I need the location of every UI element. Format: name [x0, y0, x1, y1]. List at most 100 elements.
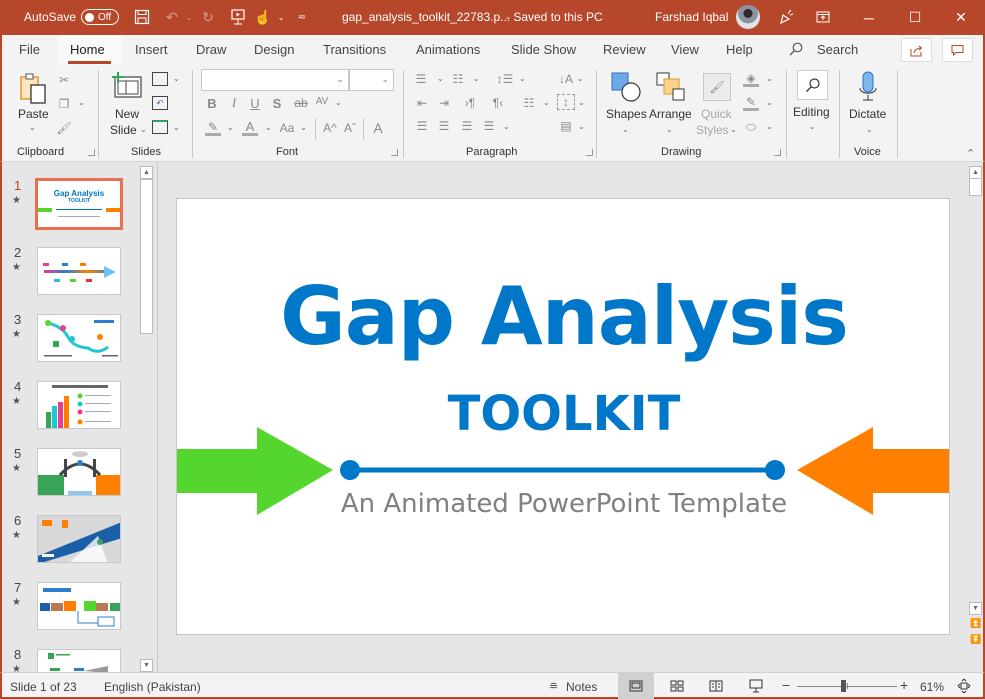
- shapes-icon[interactable]: [611, 72, 641, 102]
- user-name[interactable]: Farshad Iqbal: [655, 10, 728, 24]
- editing-button[interactable]: Editing: [793, 105, 830, 119]
- new-slide-label[interactable]: New: [115, 107, 139, 121]
- increase-font-size-button[interactable]: A^: [322, 120, 338, 136]
- slides-panel-scrollbar[interactable]: ▲ ▼: [138, 162, 156, 672]
- tab-file[interactable]: File: [19, 42, 40, 57]
- numbering-icon[interactable]: ☷: [450, 72, 466, 86]
- arrange-dropdown-icon[interactable]: ⌄: [666, 125, 673, 134]
- section-dropdown-icon[interactable]: ⌄: [173, 123, 180, 132]
- tab-slide-show[interactable]: Slide Show: [511, 42, 576, 57]
- fit-to-window-button[interactable]: [957, 678, 971, 697]
- zoom-out-button[interactable]: −: [782, 677, 790, 693]
- touch-dropdown-icon[interactable]: ⌄: [272, 8, 290, 26]
- smartart-icon[interactable]: ▤: [557, 119, 575, 133]
- tab-animations[interactable]: Animations: [416, 42, 480, 57]
- smartart-dropdown-icon[interactable]: ⌄: [578, 122, 585, 131]
- shapes-button[interactable]: Shapes: [606, 107, 647, 121]
- close-button[interactable]: ✕: [938, 0, 984, 35]
- align-text-dropdown-icon[interactable]: ⌄: [578, 98, 585, 107]
- change-case-dropdown-icon[interactable]: ⌄: [300, 123, 307, 132]
- columns-icon[interactable]: ☷: [521, 96, 537, 110]
- reading-view-button[interactable]: [698, 673, 734, 699]
- paste-button[interactable]: Paste: [18, 107, 49, 121]
- rtl-icon[interactable]: ¶‹: [490, 96, 506, 110]
- customize-qat-icon[interactable]: ≂: [293, 8, 311, 26]
- slide-thumbnail-3[interactable]: [37, 314, 121, 362]
- tab-insert[interactable]: Insert: [135, 42, 168, 57]
- new-slide-dropdown-icon[interactable]: ⌄: [140, 125, 147, 134]
- slideshow-button[interactable]: [738, 673, 774, 699]
- decrease-font-size-button[interactable]: Aˇ: [342, 120, 358, 136]
- zoom-slider[interactable]: [797, 680, 897, 692]
- highlight-dropdown-icon[interactable]: ⌄: [227, 123, 234, 132]
- slide-thumbnail-5[interactable]: [37, 448, 121, 496]
- maximize-button[interactable]: ☐: [892, 0, 938, 35]
- feedback-icon[interactable]: [777, 8, 795, 26]
- format-painter-icon[interactable]: 🖌: [56, 119, 72, 137]
- text-shadow-button[interactable]: S: [270, 95, 284, 111]
- new-slide-icon[interactable]: [111, 71, 143, 99]
- line-spacing-dropdown-icon[interactable]: ⌄: [519, 74, 526, 83]
- columns-dropdown-icon[interactable]: ⌄: [543, 98, 550, 107]
- comments-button[interactable]: [942, 38, 973, 62]
- layout-icon[interactable]: [152, 72, 168, 86]
- copy-dropdown-icon[interactable]: ⌄: [78, 98, 85, 107]
- underline-button[interactable]: U: [248, 95, 262, 111]
- cut-icon[interactable]: ✂: [56, 71, 72, 89]
- paragraph-launcher-icon[interactable]: [586, 149, 593, 156]
- save-icon[interactable]: [133, 8, 151, 26]
- slide-indicator[interactable]: Slide 1 of 23: [10, 680, 77, 694]
- reset-slide-icon[interactable]: ↶: [152, 96, 168, 110]
- slide-thumbnail-4[interactable]: [37, 381, 121, 429]
- shape-outline-dropdown-icon[interactable]: ⌄: [766, 98, 773, 107]
- character-spacing-button[interactable]: AV: [313, 93, 331, 109]
- notes-icon[interactable]: ≘: [549, 680, 558, 693]
- zoom-level[interactable]: 61%: [920, 680, 944, 694]
- align-right-icon[interactable]: ☰: [459, 119, 475, 133]
- clipboard-launcher-icon[interactable]: [88, 149, 95, 156]
- slide-title[interactable]: Gap Analysis: [177, 277, 949, 357]
- zoom-in-button[interactable]: +: [900, 677, 908, 693]
- tab-design[interactable]: Design: [254, 42, 294, 57]
- dictate-button[interactable]: Dictate: [849, 107, 886, 121]
- autosave-toggle[interactable]: Off: [81, 9, 119, 25]
- present-icon[interactable]: [229, 8, 247, 26]
- previous-slide-icon[interactable]: ⏫: [970, 618, 981, 629]
- shape-outline-icon[interactable]: ✎: [743, 95, 759, 111]
- collapse-ribbon-icon[interactable]: ⌃: [966, 147, 975, 160]
- drawing-launcher-icon[interactable]: [774, 149, 781, 156]
- decrease-indent-icon[interactable]: ⇤: [414, 96, 430, 110]
- search-box[interactable]: Search: [817, 42, 858, 57]
- redo-icon[interactable]: ↻: [199, 8, 217, 26]
- copy-icon[interactable]: ❐: [56, 95, 72, 113]
- minimize-button[interactable]: ─: [846, 0, 892, 35]
- shape-effects-icon[interactable]: ⬭: [743, 119, 759, 135]
- paste-dropdown-icon[interactable]: ⌄: [29, 123, 36, 132]
- character-spacing-dropdown-icon[interactable]: ⌄: [335, 98, 342, 107]
- highlight-color-icon[interactable]: ✎: [205, 120, 221, 136]
- line-spacing-icon[interactable]: ↕☰: [496, 72, 514, 86]
- paste-icon[interactable]: [19, 72, 49, 106]
- tab-review[interactable]: Review: [603, 42, 646, 57]
- scroll-thumb[interactable]: [140, 179, 153, 334]
- ribbon-display-options-icon[interactable]: [814, 8, 832, 26]
- clear-formatting-icon[interactable]: A: [369, 120, 387, 136]
- numbering-dropdown-icon[interactable]: ⌄: [473, 74, 480, 83]
- tab-draw[interactable]: Draw: [196, 42, 226, 57]
- font-name-combo[interactable]: ⌄: [201, 69, 349, 91]
- notes-button[interactable]: Notes: [566, 680, 597, 694]
- editing-dropdown-icon[interactable]: ⌄: [809, 122, 816, 131]
- align-left-icon[interactable]: ☰: [414, 119, 430, 133]
- zoom-slider-thumb[interactable]: [841, 680, 846, 692]
- slide-thumbnail-8[interactable]: [37, 649, 121, 672]
- quick-styles-label[interactable]: Quick: [701, 107, 732, 121]
- shape-effects-dropdown-icon[interactable]: ⌄: [766, 122, 773, 131]
- strikethrough-button[interactable]: ab: [292, 95, 310, 111]
- font-launcher-icon[interactable]: [391, 149, 398, 156]
- justify-icon[interactable]: ☰: [481, 119, 497, 133]
- increase-indent-icon[interactable]: ⇥: [436, 96, 452, 110]
- section-icon[interactable]: [152, 120, 168, 134]
- shape-fill-icon[interactable]: ◈: [743, 71, 759, 87]
- change-case-button[interactable]: Aa: [277, 120, 297, 136]
- scroll-down-icon[interactable]: ▼: [969, 602, 982, 615]
